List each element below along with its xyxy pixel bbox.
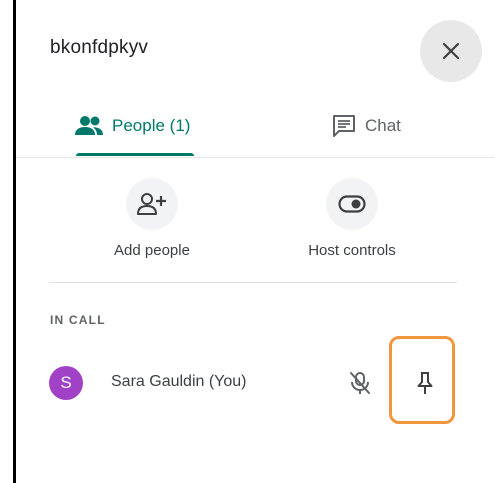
section-divider: [49, 282, 457, 283]
pin-icon: [417, 372, 433, 394]
panel-left-border: [13, 0, 16, 483]
tab-chat[interactable]: Chat: [331, 96, 401, 156]
host-controls-circle: [326, 178, 378, 230]
mic-off-icon: [345, 368, 375, 398]
tab-people-label: People (1): [112, 116, 191, 135]
close-button[interactable]: [420, 20, 482, 82]
add-people-button[interactable]: Add people: [72, 178, 232, 259]
participant-row: S Sara Gauldin (You): [49, 336, 469, 424]
toggle-icon: [338, 195, 366, 213]
panel-tabs: People (1) Chat: [16, 96, 495, 158]
meeting-title: bkonfdpkyv: [50, 37, 149, 58]
add-people-circle: [126, 178, 178, 230]
tab-chat-label: Chat: [365, 116, 401, 135]
in-call-section-label: IN CALL: [50, 313, 106, 327]
add-people-label: Add people: [114, 242, 190, 259]
host-controls-label: Host controls: [308, 242, 396, 259]
participant-name: Sara Gauldin (You): [111, 373, 247, 390]
pin-button[interactable]: [410, 368, 440, 398]
tab-people[interactable]: People (1): [74, 96, 194, 156]
people-panel: bkonfdpkyv People (1) Chat Add people Ho…: [0, 0, 495, 483]
chat-icon: [333, 115, 355, 137]
add-person-icon: [137, 193, 166, 215]
avatar: S: [49, 366, 83, 400]
host-controls-button[interactable]: Host controls: [272, 178, 432, 259]
people-icon: [75, 116, 103, 135]
close-icon: [442, 42, 460, 60]
active-tab-indicator: [76, 153, 194, 156]
